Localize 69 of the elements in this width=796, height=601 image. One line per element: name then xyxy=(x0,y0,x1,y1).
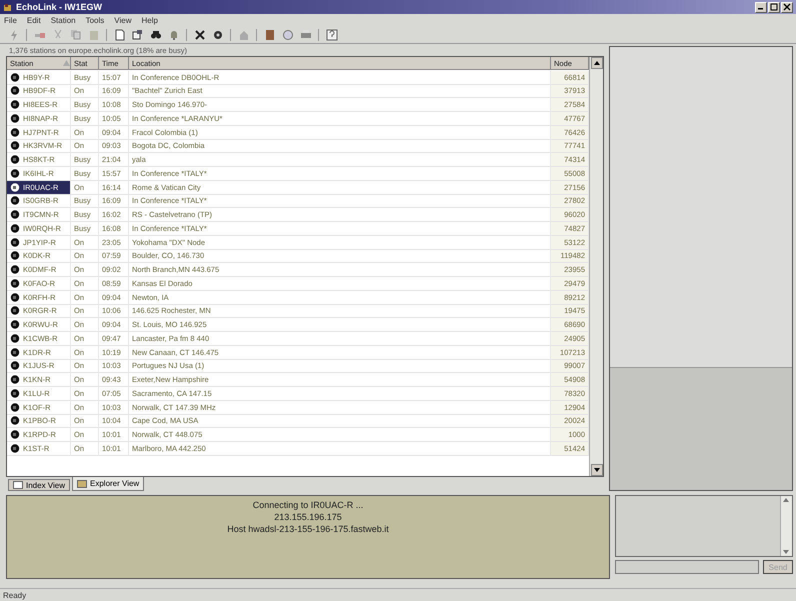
menu-item[interactable]: Tools xyxy=(86,16,104,24)
station-icon xyxy=(10,416,20,426)
station-icon xyxy=(10,265,20,274)
station-icon xyxy=(10,168,20,178)
station-icon xyxy=(10,210,20,220)
log-line: Connecting to IR0UAC-R ... xyxy=(252,500,364,510)
station-icon xyxy=(10,86,20,96)
app-icon xyxy=(3,2,12,12)
station-icon xyxy=(10,430,20,440)
station-icon xyxy=(10,141,20,150)
close-button[interactable] xyxy=(781,2,793,12)
station-icon xyxy=(10,155,20,164)
house-icon xyxy=(238,28,250,40)
chat-input-field[interactable] xyxy=(615,560,759,574)
station-icon xyxy=(10,334,20,343)
station-icon xyxy=(10,182,20,192)
station-icon xyxy=(10,444,20,453)
station-icon xyxy=(10,100,20,110)
down-arrow-icon xyxy=(594,468,600,472)
up-arrow-icon xyxy=(594,61,600,65)
windows-icon xyxy=(132,28,144,40)
up-arrow-icon xyxy=(781,496,791,504)
menu-item[interactable]: Station xyxy=(50,16,76,24)
scrollbar[interactable] xyxy=(589,57,603,476)
status-text: Ready xyxy=(3,590,26,600)
scissors-icon xyxy=(52,28,64,40)
station-icon xyxy=(10,402,20,412)
view-tab[interactable]: Explorer View xyxy=(72,477,144,491)
station-icon xyxy=(10,388,20,398)
scroll-up-button[interactable] xyxy=(590,57,602,69)
station-icon xyxy=(10,292,20,302)
printer-icon xyxy=(300,28,312,40)
menu-item[interactable]: Help xyxy=(141,16,158,24)
maximize-button[interactable] xyxy=(768,2,780,12)
minimize-button[interactable] xyxy=(755,2,767,12)
view-tab[interactable]: Index View xyxy=(8,479,70,491)
menu-item[interactable]: Edit xyxy=(26,16,41,24)
station-icon xyxy=(10,224,20,233)
copy-icon xyxy=(70,28,82,40)
scroll-down-button[interactable] xyxy=(590,464,602,476)
menu-item[interactable]: File xyxy=(4,16,17,24)
station-icon xyxy=(10,306,20,316)
station-icon xyxy=(10,361,20,370)
station-icon xyxy=(10,348,20,357)
station-icon xyxy=(10,72,20,82)
station-icon xyxy=(10,375,20,384)
station-icon xyxy=(10,114,20,123)
scrollbar[interactable] xyxy=(780,496,792,556)
window-title: EchoLink - IW1EGW xyxy=(16,2,104,12)
close-icon xyxy=(783,3,791,11)
list-icon xyxy=(13,481,23,489)
station-icon xyxy=(10,196,20,206)
help-icon xyxy=(326,28,338,40)
station-icon xyxy=(10,128,20,137)
menu-item[interactable]: View xyxy=(114,16,132,24)
document-icon xyxy=(114,28,126,40)
folder-icon xyxy=(77,480,87,488)
station-icon xyxy=(10,320,20,330)
log-line: Host hwadsl-213-155-196-175.fastweb.it xyxy=(227,524,389,534)
windows-button[interactable] xyxy=(130,28,145,42)
binoculars-icon xyxy=(150,28,162,40)
help-button[interactable] xyxy=(324,28,339,42)
station-icon xyxy=(10,251,20,260)
station-icon xyxy=(10,238,20,247)
maximize-icon xyxy=(770,3,778,11)
down-arrow-icon xyxy=(781,548,791,556)
log-line: 213.155.196.175 xyxy=(274,512,342,522)
sort-icon xyxy=(63,60,70,66)
station-icon xyxy=(10,278,20,288)
